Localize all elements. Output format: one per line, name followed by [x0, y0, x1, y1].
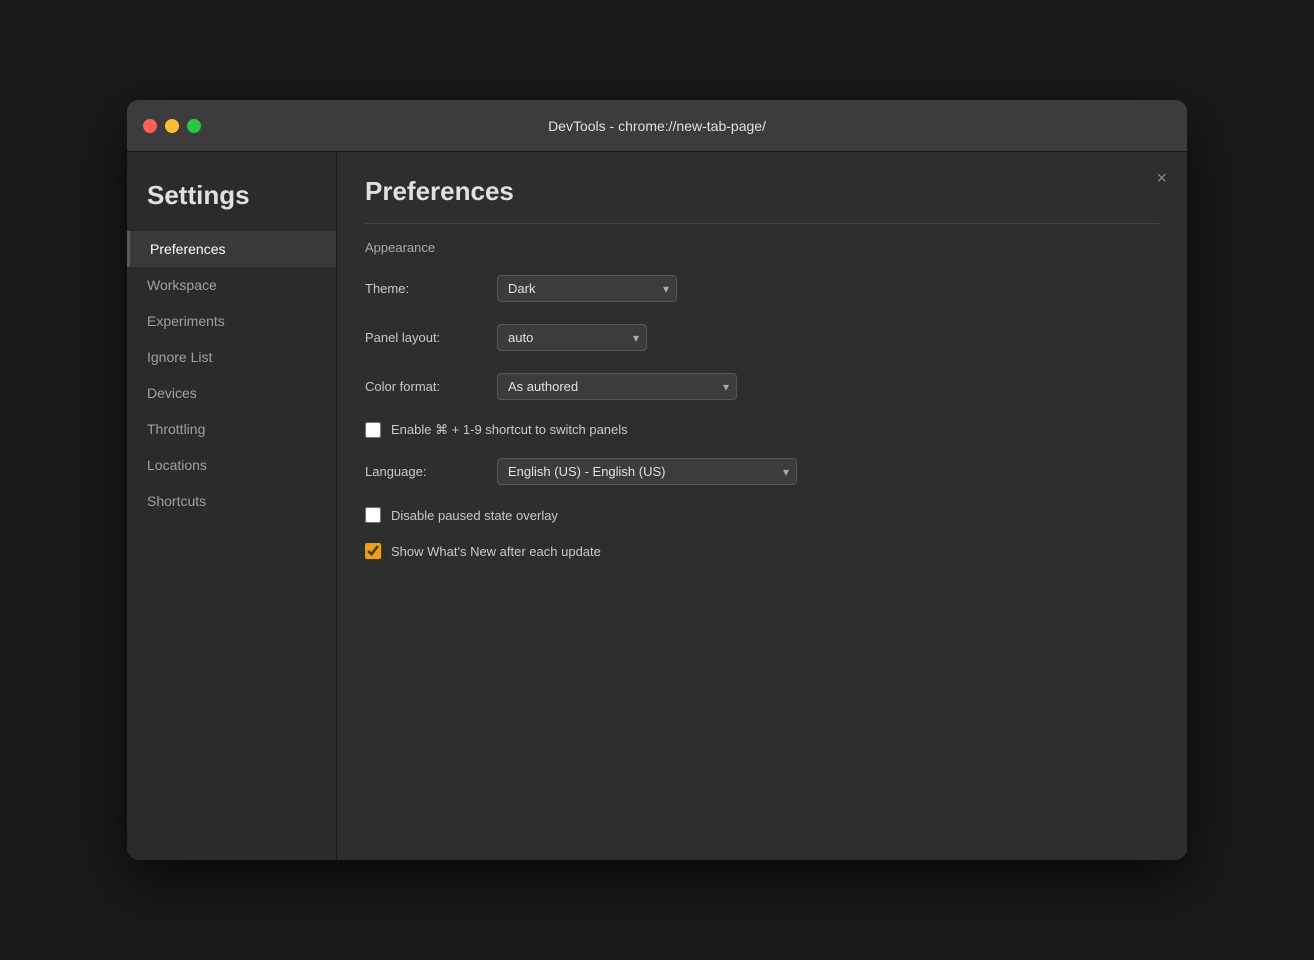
disable-paused-overlay-label: Disable paused state overlay [391, 508, 558, 523]
panel-layout-select-wrapper: auto horizontal vertical [497, 324, 647, 351]
color-format-label: Color format: [365, 379, 485, 394]
color-format-setting-row: Color format: As authored HEX RGB HSL [365, 373, 1159, 400]
theme-setting-row: Theme: Default Dark Light [365, 275, 1159, 302]
sidebar-item-preferences[interactable]: Preferences [127, 231, 336, 267]
titlebar: DevTools - chrome://new-tab-page/ [127, 100, 1187, 152]
settings-heading: Settings [127, 172, 336, 231]
sidebar-item-devices[interactable]: Devices [127, 375, 336, 411]
panel-layout-select[interactable]: auto horizontal vertical [497, 324, 647, 351]
close-button[interactable] [143, 119, 157, 133]
language-select-wrapper: English (US) - English (US) Deutsch Espa… [497, 458, 797, 485]
shortcut-panels-checkbox[interactable] [365, 422, 381, 438]
whats-new-checkbox-row: Show What's New after each update [365, 543, 1159, 559]
sidebar-item-ignore-list[interactable]: Ignore List [127, 339, 336, 375]
sidebar-item-experiments[interactable]: Experiments [127, 303, 336, 339]
color-format-select[interactable]: As authored HEX RGB HSL [497, 373, 737, 400]
devtools-window: DevTools - chrome://new-tab-page/ Settin… [127, 100, 1187, 860]
show-whats-new-checkbox[interactable] [365, 543, 381, 559]
minimize-button[interactable] [165, 119, 179, 133]
disable-paused-overlay-checkbox[interactable] [365, 507, 381, 523]
sidebar: Settings Preferences Workspace Experimen… [127, 152, 337, 860]
paused-overlay-checkbox-row: Disable paused state overlay [365, 507, 1159, 523]
content-area: Settings Preferences Workspace Experimen… [127, 152, 1187, 860]
language-setting-row: Language: English (US) - English (US) De… [365, 458, 1159, 485]
sidebar-item-throttling[interactable]: Throttling [127, 411, 336, 447]
shortcut-panels-label: Enable ⌘ + 1-9 shortcut to switch panels [391, 422, 628, 438]
theme-select-wrapper: Default Dark Light [497, 275, 677, 302]
theme-select[interactable]: Default Dark Light [497, 275, 677, 302]
color-format-select-wrapper: As authored HEX RGB HSL [497, 373, 737, 400]
shortcut-checkbox-row: Enable ⌘ + 1-9 shortcut to switch panels [365, 422, 1159, 438]
section-divider [365, 223, 1159, 224]
show-whats-new-label: Show What's New after each update [391, 544, 601, 559]
sidebar-item-locations[interactable]: Locations [127, 447, 336, 483]
window-title: DevTools - chrome://new-tab-page/ [548, 118, 766, 134]
panel-close-button[interactable]: × [1156, 168, 1167, 189]
panel-layout-label: Panel layout: [365, 330, 485, 345]
sidebar-item-shortcuts[interactable]: Shortcuts [127, 483, 336, 519]
language-label: Language: [365, 464, 485, 479]
panel-content: Appearance Theme: Default Dark Light Pan… [337, 223, 1187, 860]
sidebar-item-workspace[interactable]: Workspace [127, 267, 336, 303]
maximize-button[interactable] [187, 119, 201, 133]
appearance-section-title: Appearance [365, 240, 1159, 255]
panel-layout-setting-row: Panel layout: auto horizontal vertical [365, 324, 1159, 351]
traffic-lights [143, 119, 201, 133]
main-panel: × Preferences Appearance Theme: Default … [337, 152, 1187, 860]
panel-title: Preferences [337, 152, 1187, 223]
theme-label: Theme: [365, 281, 485, 296]
language-select[interactable]: English (US) - English (US) Deutsch Espa… [497, 458, 797, 485]
